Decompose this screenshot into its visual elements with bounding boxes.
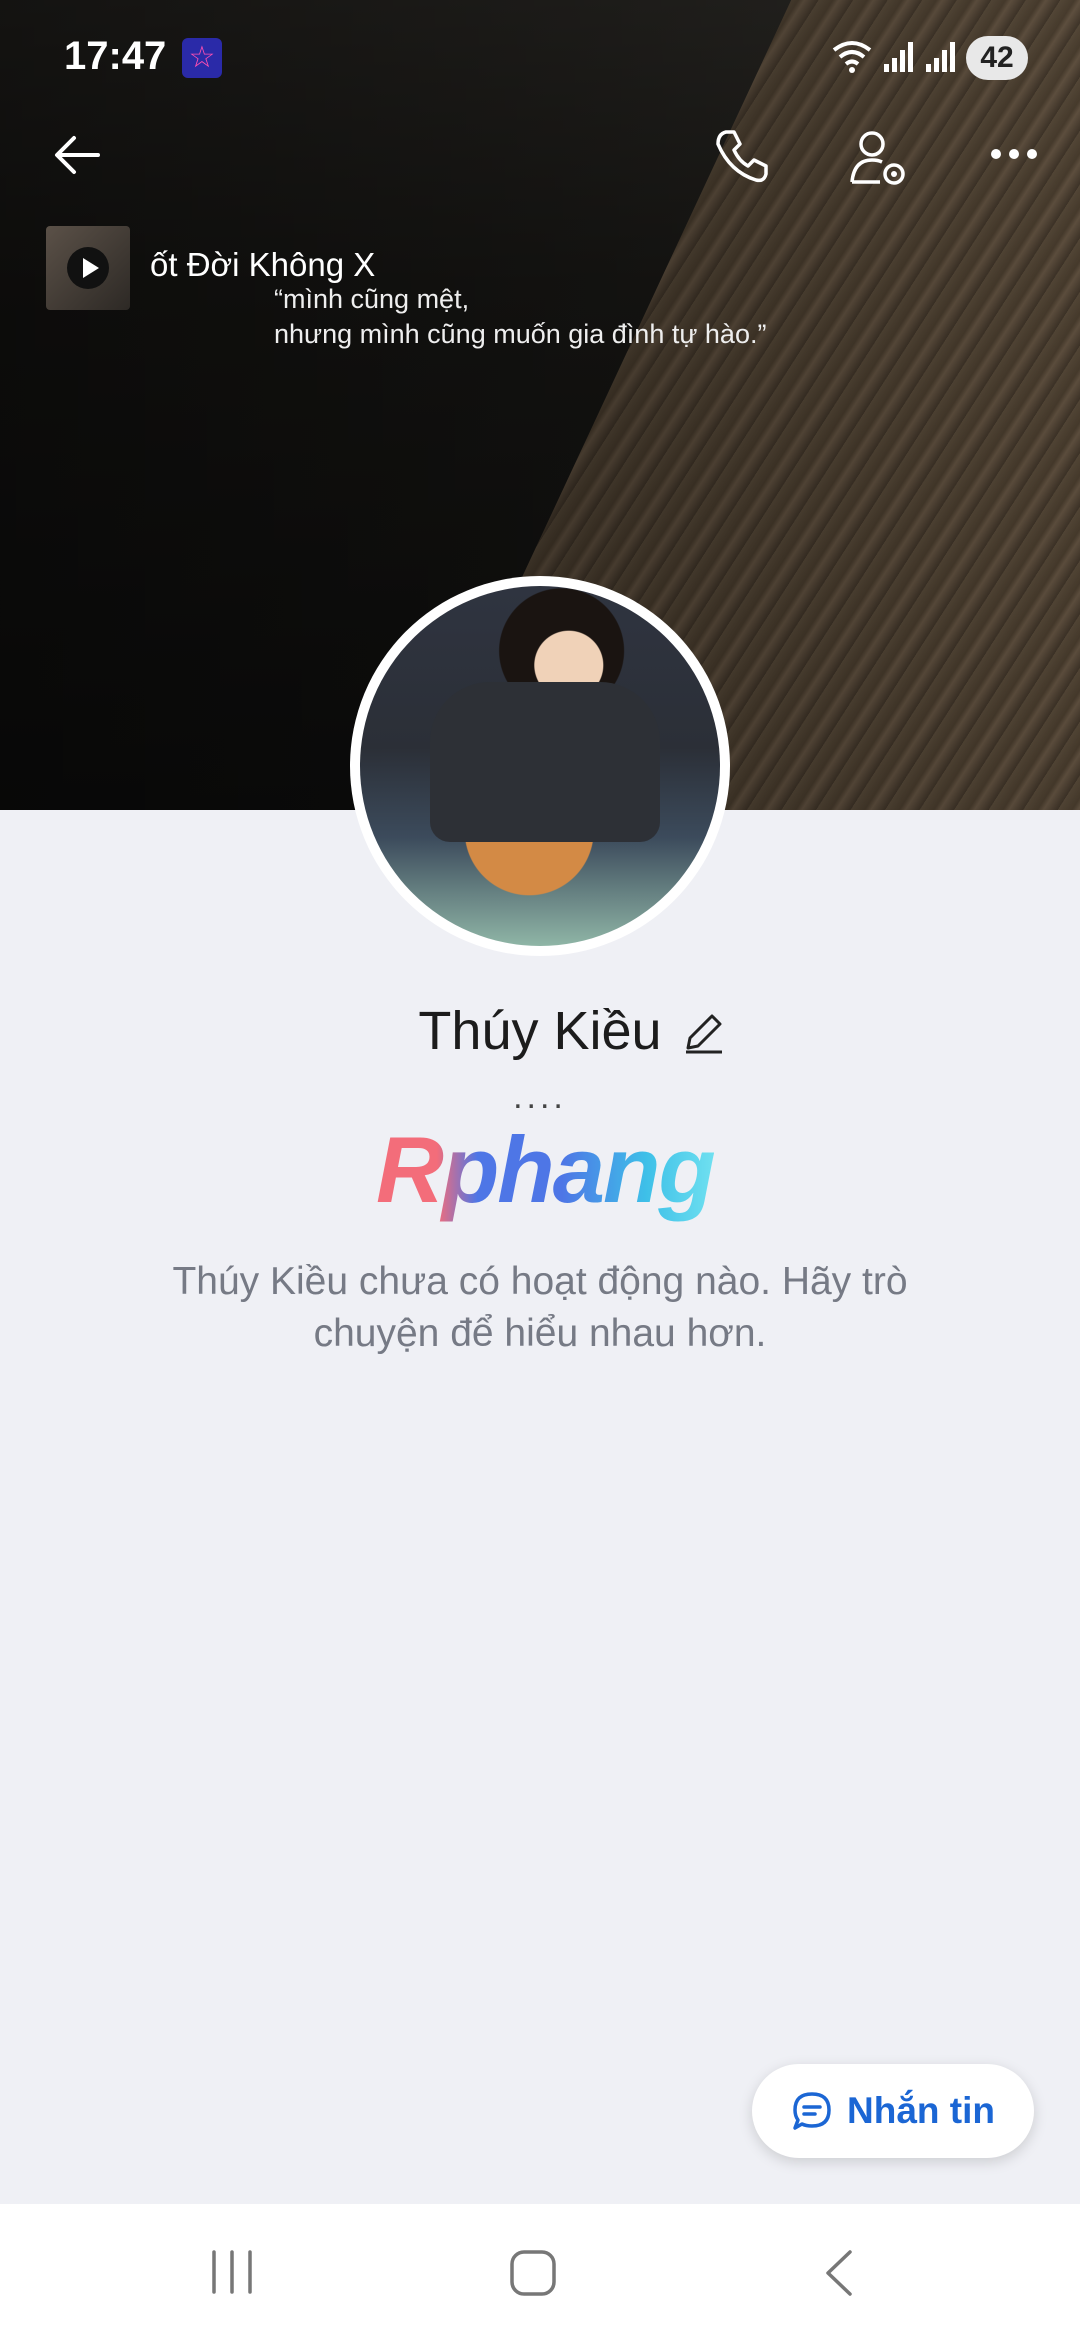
- user-settings-icon[interactable]: [846, 126, 910, 190]
- back-arrow-icon[interactable]: [48, 126, 106, 184]
- music-thumbnail[interactable]: [46, 226, 130, 310]
- profile-name: Thúy Kiều: [418, 1001, 662, 1061]
- play-icon[interactable]: [67, 247, 109, 289]
- cover-quote-line: “mình cũng mệt,: [274, 284, 470, 314]
- home-icon[interactable]: [508, 2248, 558, 2298]
- message-button-label: Nhắn tin: [847, 2090, 995, 2131]
- pencil-edit-icon[interactable]: [682, 1010, 726, 1054]
- empty-activity-message: Thúy Kiều chưa có hoạt động nào. Hãy trò…: [172, 1260, 908, 1355]
- wifi-icon: [832, 41, 872, 73]
- cover-quote: “mình cũng mệt, nhưng mình cũng muốn gia…: [274, 282, 766, 352]
- signal-strength-icon: [884, 42, 913, 72]
- signal-strength-icon: [926, 42, 955, 72]
- watermark-logo: Rphang: [376, 1117, 716, 1222]
- avatar[interactable]: [350, 576, 730, 956]
- avatar-photo-detail: [430, 682, 660, 842]
- system-navigation-bar: [0, 2204, 1080, 2340]
- recent-apps-icon[interactable]: [208, 2248, 256, 2296]
- song-title: ốt Đời Không X: [150, 246, 376, 283]
- profile-bio: ....: [513, 1078, 567, 1116]
- status-time: 17:47: [64, 34, 167, 78]
- message-button[interactable]: Nhắn tin: [752, 2064, 1034, 2158]
- chat-bubble-icon: [793, 2092, 831, 2130]
- phone-icon[interactable]: [712, 126, 772, 186]
- avatar-photo: [360, 586, 720, 946]
- more-options-icon[interactable]: [986, 126, 1042, 182]
- status-bar: 17:47 ☆ 42: [0, 0, 1080, 110]
- profile-name-row: Thúy Kiều: [0, 1000, 1080, 1062]
- back-icon[interactable]: [818, 2248, 858, 2298]
- battery-indicator: 42: [966, 36, 1028, 80]
- notification-app-icon: ☆: [182, 38, 222, 78]
- cover-quote-line: nhưng mình cũng muốn gia đình tự hào.”: [274, 319, 767, 349]
